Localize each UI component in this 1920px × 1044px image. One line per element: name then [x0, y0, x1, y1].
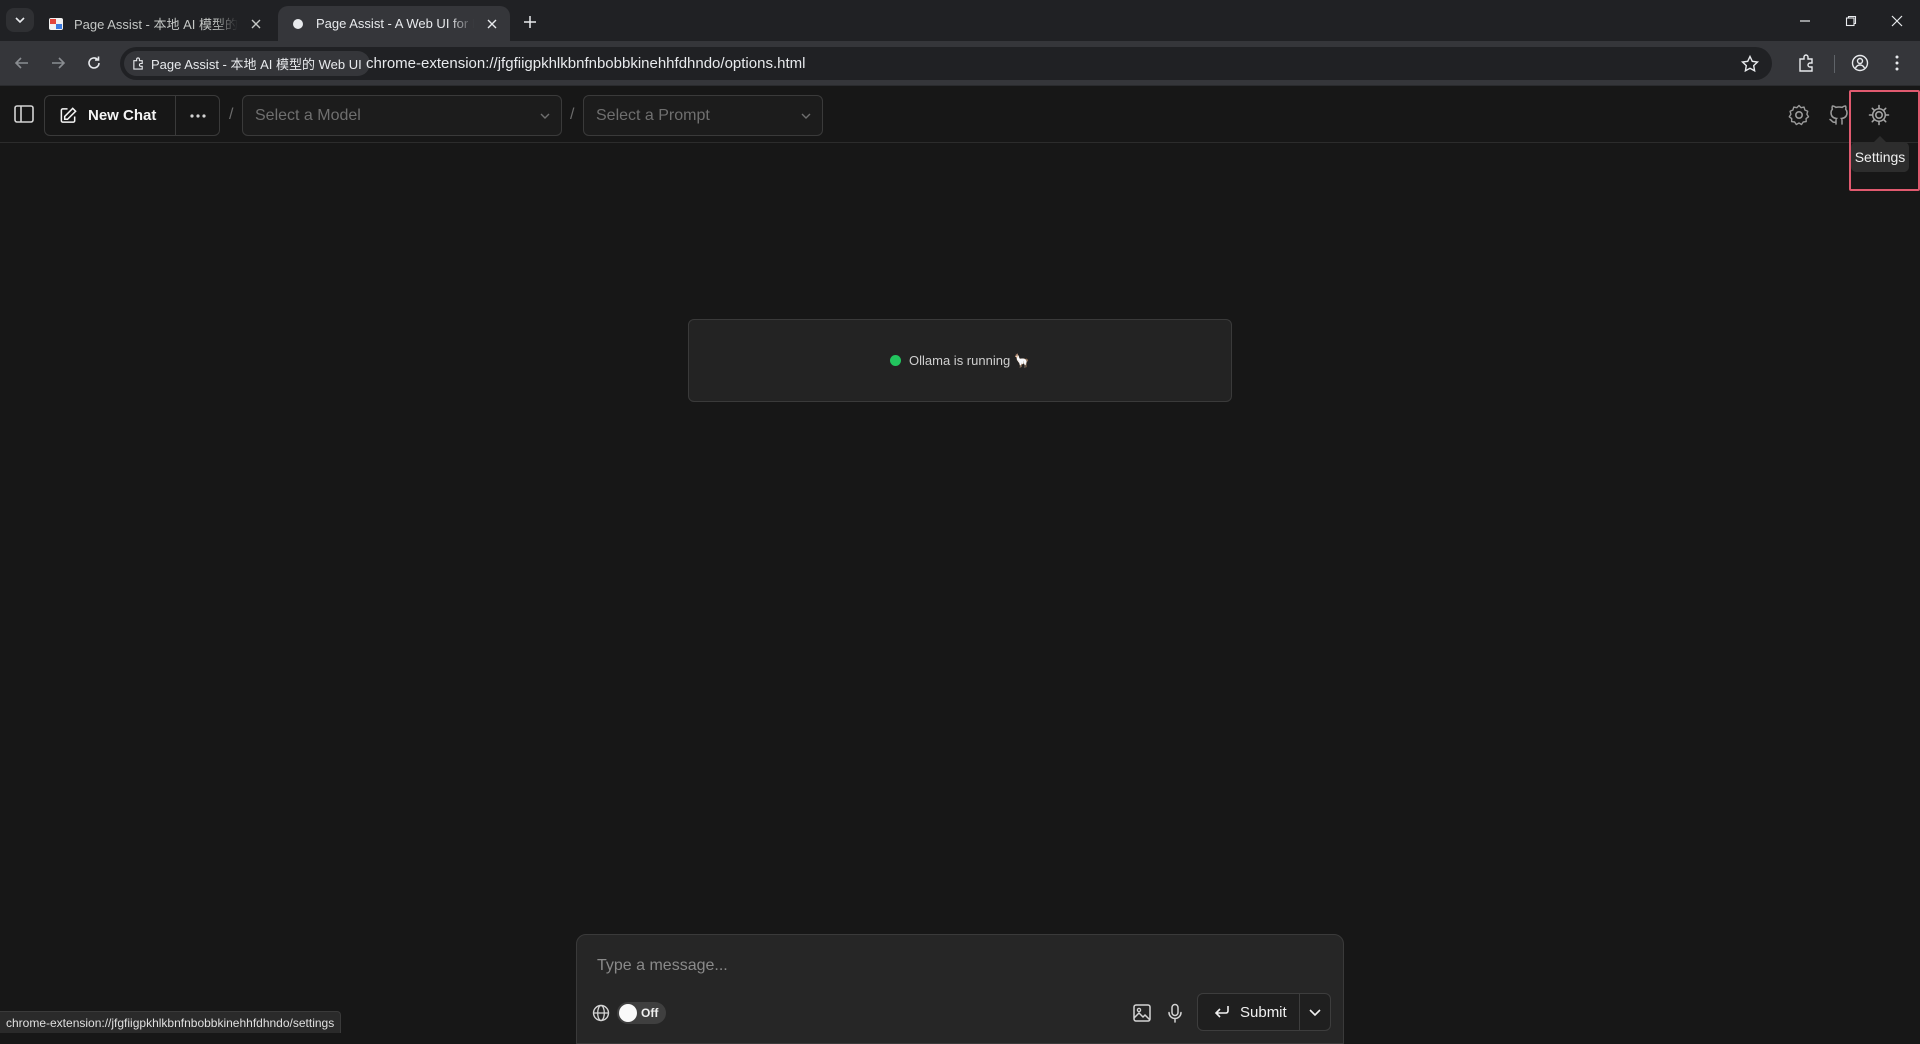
- bookmark-star-icon[interactable]: [1740, 54, 1760, 74]
- microphone-icon[interactable]: [1164, 1002, 1186, 1024]
- reload-button[interactable]: [82, 51, 106, 75]
- model-select-placeholder: Select a Model: [255, 106, 361, 124]
- chevron-down-icon: [15, 17, 25, 24]
- site-chip-label: Page Assist - 本地 AI 模型的 Web UI: [151, 57, 362, 72]
- arrow-left-icon: [14, 57, 28, 69]
- plus-icon: [524, 16, 536, 28]
- browser-tab-2[interactable]: Page Assist - A Web UI for Local AI Mode…: [278, 6, 510, 41]
- page-assist-favicon-icon: [49, 17, 63, 30]
- status-dot: [890, 355, 902, 366]
- submit-options-button[interactable]: [1300, 994, 1330, 1030]
- prompt-select-placeholder: Select a Prompt: [596, 106, 710, 124]
- browser-toolbar: Page Assist - 本地 AI 模型的 Web UI chrome-ex…: [0, 41, 1920, 86]
- profile-icon: [1851, 54, 1869, 72]
- url-text: chrome-extension://jfgfiigpkhlkbnfnbobbk…: [366, 55, 806, 72]
- tab-close-icon[interactable]: [248, 16, 264, 32]
- extension-puzzle-icon: [1799, 54, 1813, 72]
- forward-button[interactable]: [46, 51, 70, 75]
- app-header: New Chat / Select a Model / Select a Pro…: [0, 86, 1920, 143]
- restore-icon: [1845, 15, 1857, 26]
- ollama-status-card: Ollama is running 🦙: [688, 319, 1232, 402]
- chevron-down-icon: [801, 113, 811, 119]
- new-chat-label: New Chat: [88, 107, 157, 124]
- close-window-button[interactable]: [1874, 0, 1920, 41]
- extension-puzzle-icon: [133, 57, 143, 70]
- prompt-select[interactable]: Select a Prompt: [583, 95, 823, 136]
- tab-close-icon[interactable]: [484, 16, 500, 32]
- loading-dot-icon: [293, 18, 303, 29]
- link-status-bubble: chrome-extension://jfgfiigpkhlkbnfnbobbk…: [0, 1011, 342, 1033]
- minimize-button[interactable]: [1782, 0, 1828, 41]
- address-bar[interactable]: Page Assist - 本地 AI 模型的 Web UI chrome-ex…: [120, 47, 1772, 80]
- submit-button[interactable]: Submit: [1198, 994, 1300, 1030]
- close-icon: [1891, 15, 1903, 26]
- chevron-down-icon: [540, 113, 550, 119]
- header-separator: /: [229, 106, 234, 123]
- submit-label: Submit: [1240, 1003, 1287, 1021]
- toggle-knob: [619, 1004, 637, 1022]
- restore-button[interactable]: [1828, 0, 1874, 41]
- github-icon: [1829, 105, 1848, 125]
- toolbar-separator: [1834, 55, 1835, 73]
- new-tab-button[interactable]: [518, 10, 542, 34]
- sidebar-toggle-icon[interactable]: [12, 102, 36, 126]
- new-chat-button[interactable]: New Chat: [45, 96, 176, 135]
- settings-tooltip: Settings: [1851, 142, 1909, 172]
- back-button[interactable]: [10, 51, 34, 75]
- cog-icon: [1788, 104, 1810, 126]
- toggle-label: Off: [641, 1006, 659, 1020]
- reload-icon: [88, 56, 100, 69]
- chevron-down-icon: [1309, 1009, 1321, 1017]
- browser-tab-strip: Page Assist - 本地 AI 模型的 Web UI Page Assi…: [0, 0, 1920, 41]
- web-search-toggle[interactable]: Off: [617, 1002, 666, 1024]
- ollama-settings-button[interactable]: [1786, 102, 1812, 128]
- kebab-menu-icon: [1895, 55, 1899, 71]
- globe-icon[interactable]: [591, 1003, 611, 1023]
- tab-label: Page Assist - A Web UI for Local AI Mode…: [316, 16, 474, 31]
- arrow-right-icon: [52, 57, 66, 69]
- message-input[interactable]: Type a message...: [597, 957, 728, 975]
- browser-tab-1[interactable]: Page Assist - 本地 AI 模型的 Web UI: [36, 6, 274, 41]
- new-chat-group: New Chat: [44, 95, 220, 136]
- enter-icon: [1214, 1006, 1229, 1018]
- profile-button[interactable]: [1849, 52, 1871, 74]
- extensions-button[interactable]: [1796, 52, 1818, 74]
- model-select[interactable]: Select a Model: [242, 95, 562, 136]
- more-options-button[interactable]: [176, 96, 219, 135]
- message-composer: Type a message... Off Submit: [576, 934, 1344, 1044]
- tab-search-button[interactable]: [6, 8, 34, 32]
- more-horizontal-icon: [189, 113, 206, 118]
- minimize-icon: [1800, 19, 1810, 22]
- submit-group: Submit: [1197, 993, 1331, 1031]
- site-info-chip[interactable]: Page Assist - 本地 AI 模型的 Web UI: [124, 51, 370, 76]
- ollama-status-text: Ollama is running 🦙: [909, 352, 1030, 368]
- tab-label: Page Assist - 本地 AI 模型的 Web UI: [74, 17, 238, 32]
- window-controls: [1782, 0, 1920, 41]
- header-separator: /: [570, 106, 575, 123]
- edit-icon: [60, 107, 77, 123]
- image-upload-icon[interactable]: [1131, 1002, 1153, 1024]
- browser-menu-button[interactable]: [1886, 52, 1908, 74]
